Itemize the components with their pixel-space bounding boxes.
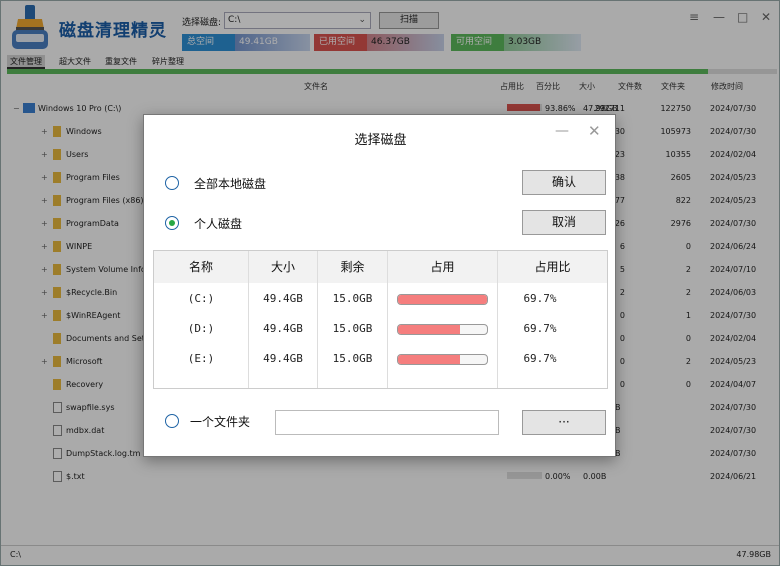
disk-col-size: 大小 <box>249 251 317 283</box>
radio-personal-disk[interactable] <box>165 216 179 230</box>
cancel-button[interactable]: 取消 <box>522 210 606 235</box>
browse-button[interactable]: ··· <box>522 410 606 435</box>
disk-col-free: 剩余 <box>318 251 387 283</box>
folder-path-input[interactable] <box>275 410 499 435</box>
disk-col-ratio: 占用比 <box>498 251 607 283</box>
disk-size: 49.4GB <box>263 292 303 305</box>
dialog-title: 选择磁盘 <box>354 133 407 148</box>
disk-size: 49.4GB <box>263 322 303 335</box>
disk-free: 15.0GB <box>332 292 373 305</box>
select-disk-dialog: 选择磁盘 — ✕ 全部本地磁盘 个人磁盘 确认 取消 名称 大小 剩余 占用 占… <box>143 114 616 457</box>
disk-usage-bar <box>397 294 488 305</box>
radio-all-disks[interactable] <box>165 176 179 190</box>
disk-name: (D:) <box>187 322 215 335</box>
confirm-button[interactable]: 确认 <box>522 170 606 195</box>
disk-ratio: 69.7% <box>523 352 557 365</box>
radio-folder-label: 一个文件夹 <box>190 415 251 429</box>
disk-col-name: 名称 <box>154 251 248 283</box>
disk-free: 15.0GB <box>332 352 373 365</box>
radio-all-disks-label: 全部本地磁盘 <box>194 177 267 191</box>
radio-folder[interactable] <box>165 414 179 428</box>
dialog-minimize-icon[interactable]: — <box>555 123 569 139</box>
disk-size: 49.4GB <box>263 352 303 365</box>
disk-free: 15.0GB <box>332 322 373 335</box>
disk-table: 名称 大小 剩余 占用 占用比 (C:) 49.4GB 15.0GB 69.7% (D:… <box>153 250 608 389</box>
dialog-close-icon[interactable]: ✕ <box>588 122 601 140</box>
disk-usage-bar <box>397 354 488 365</box>
disk-ratio: 69.7% <box>523 322 557 335</box>
disk-col-usage: 占用 <box>388 251 497 283</box>
disk-name: (C:) <box>187 292 215 305</box>
disk-usage-bar <box>397 324 488 335</box>
disk-ratio: 69.7% <box>523 292 557 305</box>
disk-name: (E:) <box>187 352 215 365</box>
radio-personal-disk-label: 个人磁盘 <box>194 217 243 231</box>
